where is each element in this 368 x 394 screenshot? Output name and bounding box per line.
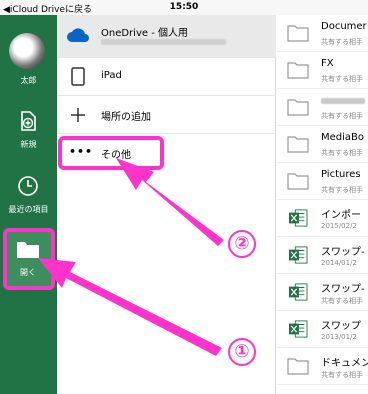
sidebar-item-label: 最近の項目 [8,205,49,214]
user-name: 太郎 [20,76,37,85]
file-row[interactable]: ドキュメン共有する相手 [277,348,368,385]
file-name: インポー [321,210,361,221]
excel-file-icon [289,246,308,264]
file-name: スワップ- [321,247,365,258]
location-onedrive[interactable]: OneDrive - 個人用 [57,15,276,58]
folder-icon [287,99,309,116]
location-label: 場所の追加 [101,112,151,123]
file-meta: 2013/01/2 [321,333,357,341]
account-email-redacted [101,39,226,45]
file-name-redacted [321,98,365,104]
status-time: 15:50 [169,2,199,12]
folder-icon [287,173,309,190]
plus-icon [71,108,85,122]
folder-icon [287,62,309,79]
file-meta: 共有する相手 [321,38,363,46]
location-ipad[interactable]: iPad [57,58,276,96]
file-meta: 2014/01/2 [321,259,357,267]
file-row[interactable]: 共有する相手 [277,89,368,126]
file-name: ドキュメン [321,358,368,369]
location-label: OneDrive - 個人用 [101,28,188,39]
highlight-open [3,228,55,290]
clock-icon [18,176,38,196]
folder-icon [287,136,309,153]
file-row[interactable]: FX 共有する相手 [277,52,368,89]
file-name: Pictures [321,169,361,180]
avatar[interactable] [9,33,45,69]
folder-icon [287,25,309,42]
status-bar: ◀iCloud Driveに戻る 15:50 [0,0,368,15]
file-list: Documer 共有する相手 FX 共有する相手 共有する相手 MediaBo 共有する相手… [277,15,368,394]
marker-2: ② [228,230,256,258]
file-name: スワップ- [321,284,365,295]
file-row[interactable]: MediaBo 共有する相手 [277,126,368,163]
file-row[interactable]: インポー 2015/02/2 [277,200,368,237]
file-meta: 共有する相手 [321,112,363,120]
location-label: iPad [101,70,122,81]
file-row[interactable]: Pictures 共有する相手 [277,163,368,200]
file-row[interactable]: スワップ- 共有する相手 [277,274,368,311]
file-row[interactable]: Documer 共有する相手 [277,15,368,52]
file-name: スワップ [321,321,361,332]
file-name: Documer [321,21,367,32]
highlight-other [58,136,164,170]
app-sidebar: 太郎 新規 最近の項目 開く [0,15,57,394]
file-meta: 共有する相手 [321,371,363,379]
file-meta: 共有する相手 [321,186,363,194]
file-row[interactable]: スワップ- 2014/01/2 [277,237,368,274]
file-meta: 2015/02/2 [321,222,357,230]
sidebar-item-recent[interactable]: 最近の項目 [0,175,57,220]
file-meta: 共有する相手 [321,297,363,305]
sidebar-item-label: 新規 [20,140,37,149]
excel-file-icon [289,283,308,301]
tablet-icon [71,67,85,86]
sidebar-item-new[interactable]: 新規 [0,110,57,155]
file-row[interactable]: スワップ 2013/01/2 [277,311,368,348]
marker-1: ① [228,338,256,366]
excel-file-icon [289,320,308,338]
file-name: MediaBo [321,132,365,143]
cloud-icon [67,28,89,42]
file-meta: 共有する相手 [321,75,363,83]
folder-icon [287,358,309,375]
excel-file-icon [289,209,308,227]
location-add-place[interactable]: 場所の追加 [57,96,276,134]
new-document-icon [21,111,36,131]
screen: ◀iCloud Driveに戻る 15:50 太郎 新規 最近の項目 開く On… [0,0,368,394]
file-name: FX [321,58,334,69]
file-meta: 共有する相手 [321,149,363,157]
